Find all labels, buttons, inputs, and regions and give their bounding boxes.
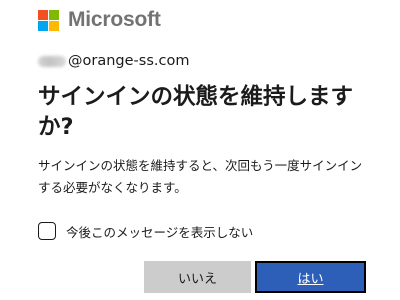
no-button[interactable]: いいえ xyxy=(144,261,251,293)
brand-header: Microsoft xyxy=(38,8,161,32)
no-button-label: いいえ xyxy=(177,271,217,287)
page-title: サインインの状態を維持しますか? xyxy=(38,84,354,140)
yes-button-label: はい xyxy=(297,271,324,287)
dont-show-again-row[interactable]: 今後このメッセージを表示しない xyxy=(38,220,253,242)
account-identifier: @orange-ss.com xyxy=(38,51,189,71)
dont-show-again-checkbox[interactable] xyxy=(38,222,56,240)
sign-in-dialog: Microsoft @orange-ss.com サインインの状態を維持しますか… xyxy=(0,0,400,300)
yes-button[interactable]: はい xyxy=(255,261,366,293)
brand-name: Microsoft xyxy=(68,8,161,31)
dont-show-again-label[interactable]: 今後このメッセージを表示しない xyxy=(66,222,253,241)
description-text: サインインの状態を維持すると、次回もう一度サインインする必要がなくなります。 xyxy=(38,158,363,195)
redacted-username xyxy=(38,55,66,67)
microsoft-logo-icon xyxy=(38,9,59,31)
account-email-suffix: @orange-ss.com xyxy=(68,53,190,69)
